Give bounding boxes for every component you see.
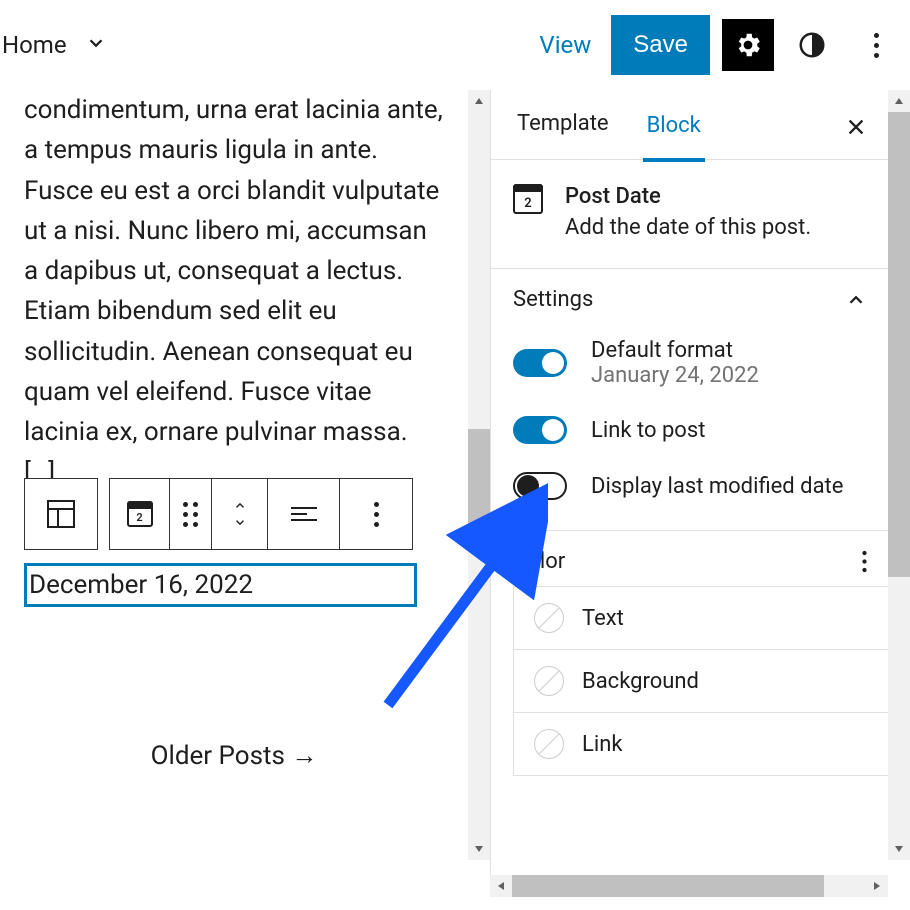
drag-icon xyxy=(183,502,198,527)
block-title: Post Date xyxy=(565,184,811,209)
align-icon xyxy=(291,503,317,525)
top-bar: Home View Save xyxy=(0,0,910,90)
setting-default-format: Default format January 24, 2022 xyxy=(491,324,889,402)
breadcrumb[interactable]: Home xyxy=(0,31,107,59)
options-button[interactable] xyxy=(850,19,902,71)
drag-handle[interactable] xyxy=(170,479,212,549)
scrollbar-thumb[interactable] xyxy=(888,112,910,577)
chevron-down-icon xyxy=(230,515,250,529)
chevron-up-icon xyxy=(230,499,250,513)
chevron-down-icon xyxy=(85,32,107,58)
align-button[interactable] xyxy=(268,479,340,549)
color-label: Text xyxy=(582,606,624,631)
settings-sidebar: Template Block 2 Post Date Add the date … xyxy=(490,90,910,875)
vertical-dots-icon xyxy=(874,33,879,58)
close-icon xyxy=(845,116,867,138)
scrollbar-thumb[interactable] xyxy=(468,429,490,537)
styles-button[interactable] xyxy=(786,19,838,71)
color-swatch-icon xyxy=(534,729,564,759)
vertical-dots-icon xyxy=(374,502,379,527)
tab-block[interactable]: Block xyxy=(643,113,705,162)
scroll-down-icon[interactable] xyxy=(468,838,490,860)
older-posts-link[interactable]: Older Posts → xyxy=(0,740,468,771)
setting-label: Default format xyxy=(591,338,759,363)
parent-block-button[interactable] xyxy=(25,479,97,549)
calendar-icon: 2 xyxy=(127,501,153,527)
toggle-default-format[interactable] xyxy=(513,349,567,377)
toggle-link-to-post[interactable] xyxy=(513,416,567,444)
scroll-up-icon[interactable] xyxy=(468,90,490,112)
scroll-left-icon[interactable] xyxy=(490,875,512,897)
post-excerpt: condimentum, urna erat lacinia ante, a t… xyxy=(24,90,444,493)
settings-title: Settings xyxy=(513,287,593,312)
tab-template[interactable]: Template xyxy=(513,111,613,138)
view-link[interactable]: View xyxy=(531,25,599,65)
editor-scrollbar[interactable] xyxy=(468,90,490,860)
breadcrumb-label: Home xyxy=(2,31,67,59)
color-label: Link xyxy=(582,732,623,757)
gear-icon xyxy=(733,30,763,60)
settings-section-header[interactable]: Settings xyxy=(491,269,889,324)
toggle-display-modified[interactable] xyxy=(513,472,567,500)
calendar-icon: 2 xyxy=(513,184,543,214)
sidebar-tabs: Template Block xyxy=(491,90,889,160)
color-background[interactable]: Background xyxy=(513,649,889,712)
setting-sublabel: January 24, 2022 xyxy=(591,363,759,388)
setting-label: Display last modified date xyxy=(591,474,843,499)
block-type-button[interactable]: 2 xyxy=(110,479,170,549)
save-button[interactable]: Save xyxy=(611,15,710,75)
editor-column: condimentum, urna erat lacinia ante, a t… xyxy=(0,90,490,875)
block-options-button[interactable] xyxy=(340,479,412,549)
block-info: 2 Post Date Add the date of this post. xyxy=(491,160,889,269)
color-label: Background xyxy=(582,669,699,694)
scroll-up-icon[interactable] xyxy=(888,90,910,112)
contrast-icon xyxy=(797,30,827,60)
setting-link-to-post: Link to post xyxy=(491,402,889,458)
color-swatch-icon xyxy=(534,603,564,633)
scrollbar-thumb[interactable] xyxy=(512,875,824,897)
move-buttons[interactable] xyxy=(212,479,268,549)
color-link[interactable]: Link xyxy=(513,712,889,776)
scroll-down-icon[interactable] xyxy=(888,838,910,860)
chevron-up-icon xyxy=(845,289,867,311)
block-toolbar: 2 xyxy=(24,478,413,550)
post-date-block[interactable]: December 16, 2022 xyxy=(24,563,417,607)
close-sidebar-button[interactable] xyxy=(845,112,867,145)
main-area: condimentum, urna erat lacinia ante, a t… xyxy=(0,90,910,875)
vertical-dots-icon[interactable] xyxy=(862,551,866,572)
color-title: Color xyxy=(513,549,565,574)
setting-display-modified: Display last modified date xyxy=(491,458,889,514)
setting-label: Link to post xyxy=(591,418,705,443)
scroll-right-icon[interactable] xyxy=(866,875,888,897)
layout-icon xyxy=(47,500,75,528)
top-actions: View Save xyxy=(531,15,902,75)
block-description: Add the date of this post. xyxy=(565,215,811,240)
sidebar-scrollbar[interactable] xyxy=(888,90,910,860)
sidebar-hscrollbar[interactable] xyxy=(490,875,888,897)
settings-button[interactable] xyxy=(722,19,774,71)
color-section-header[interactable]: Color xyxy=(491,531,889,586)
color-text[interactable]: Text xyxy=(513,586,889,649)
editor-canvas[interactable]: condimentum, urna erat lacinia ante, a t… xyxy=(0,90,468,860)
color-swatch-icon xyxy=(534,666,564,696)
